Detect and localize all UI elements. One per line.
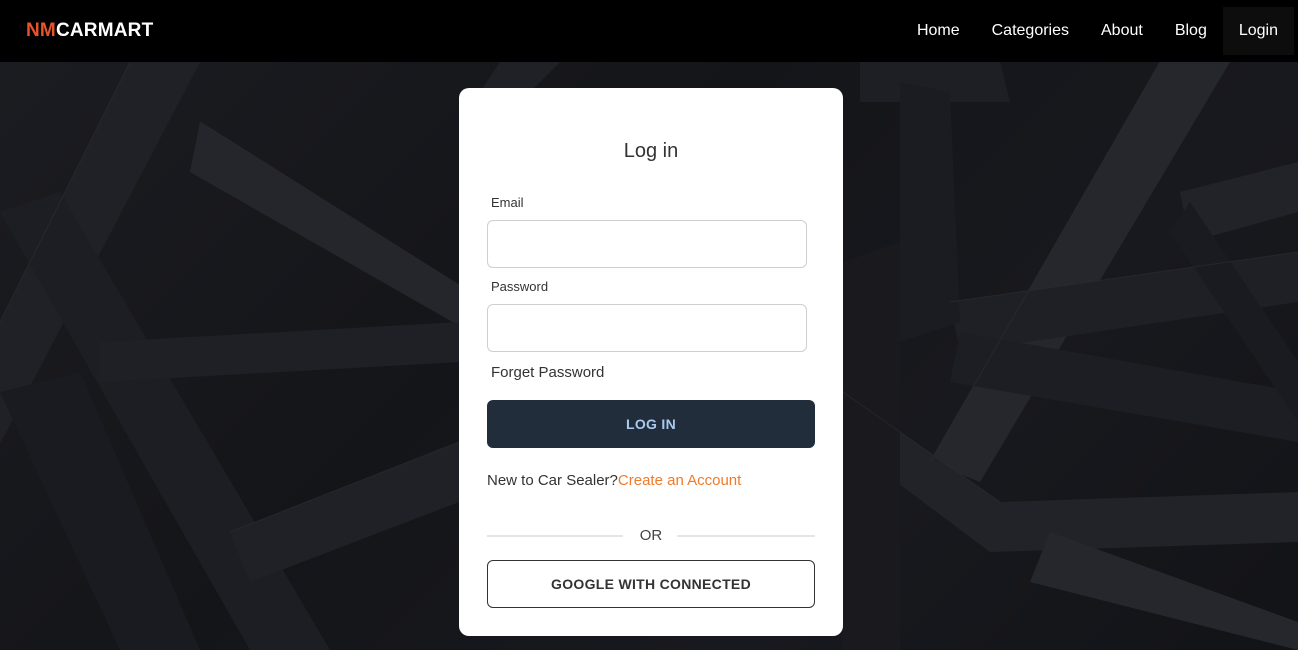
nav-item-about[interactable]: About: [1085, 8, 1159, 54]
create-account-link[interactable]: Create an Account: [618, 472, 741, 489]
signup-prompt: New to Car Sealer?Create an Account: [487, 472, 741, 489]
brand-prefix: NM: [26, 20, 56, 41]
email-label: Email: [491, 195, 524, 210]
nav-item-blog[interactable]: Blog: [1159, 8, 1223, 54]
nav-item-login[interactable]: Login: [1222, 7, 1294, 55]
signup-prompt-text: New to Car Sealer?: [487, 472, 618, 489]
password-field[interactable]: [487, 304, 807, 352]
password-label: Password: [491, 279, 549, 294]
navbar: NMCARMART Home Categories About Blog Log…: [0, 0, 1298, 62]
login-button[interactable]: LOG IN: [487, 400, 815, 448]
brand-name: CARMART: [55, 20, 154, 41]
google-login-button[interactable]: GOOGLE WITH CONNECTED: [487, 560, 815, 608]
page-title: Log in: [623, 140, 679, 162]
forgot-password-link[interactable]: Forget Password: [491, 364, 604, 381]
divider-line-right: [677, 535, 815, 537]
login-card: Log in Email Password Forget Password LO…: [459, 88, 843, 636]
nav-item-categories[interactable]: Categories: [976, 8, 1085, 54]
nav-menu: Home Categories About Blog Login: [901, 0, 1294, 62]
email-field[interactable]: [487, 220, 807, 268]
or-divider: OR: [487, 524, 815, 548]
nav-item-home[interactable]: Home: [901, 8, 976, 54]
brand-logo[interactable]: NMCARMART: [26, 20, 153, 42]
